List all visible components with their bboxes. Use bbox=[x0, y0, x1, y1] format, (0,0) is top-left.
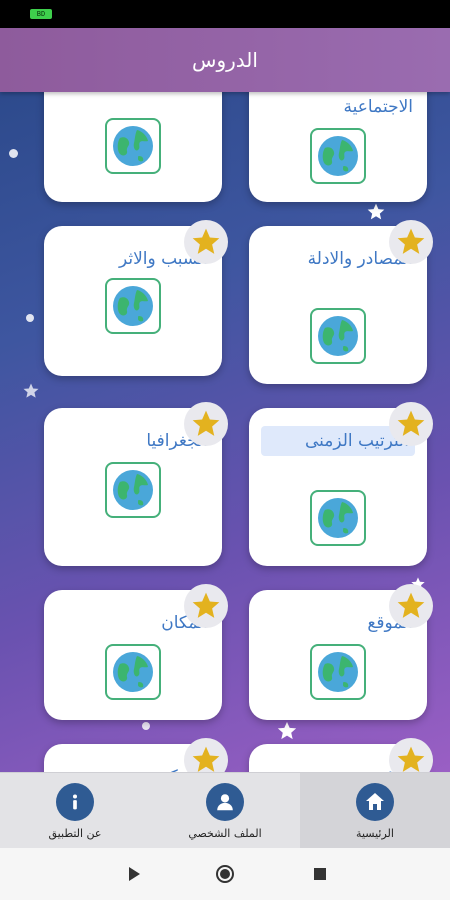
lesson-card[interactable]: البيئة bbox=[249, 738, 433, 772]
star-icon[interactable] bbox=[389, 584, 433, 628]
lesson-card[interactable]: الموقع bbox=[249, 584, 433, 720]
page-title: الدروس bbox=[192, 48, 258, 72]
globe-icon bbox=[310, 644, 366, 700]
lessons-grid[interactable]: الاجتماعية السبب والاثر المصادر والادلة … bbox=[0, 92, 450, 772]
globe-icon bbox=[310, 490, 366, 546]
lesson-card[interactable]: المكان bbox=[44, 584, 228, 720]
decor-dot bbox=[9, 149, 18, 158]
lesson-card[interactable]: السبب والاثر bbox=[44, 220, 228, 376]
home-circle-icon[interactable] bbox=[215, 864, 235, 884]
lesson-title: الاجتماعية bbox=[343, 97, 413, 117]
decor-star-icon bbox=[23, 383, 39, 398]
lesson-card[interactable]: الحركة bbox=[44, 738, 228, 772]
star-icon[interactable] bbox=[389, 402, 433, 446]
nav-home-label: الرئيسية bbox=[356, 826, 394, 840]
system-navigation-bar bbox=[0, 848, 450, 900]
nav-about-label: عن التطبيق bbox=[48, 826, 102, 840]
globe-icon bbox=[105, 644, 161, 700]
nav-about[interactable]: عن التطبيق bbox=[0, 773, 150, 849]
battery-icon: BD bbox=[30, 9, 52, 19]
decor-star-icon bbox=[367, 203, 385, 220]
lesson-card[interactable]: الجغرافيا bbox=[44, 402, 228, 566]
decor-dot bbox=[142, 722, 150, 730]
star-icon[interactable] bbox=[389, 738, 433, 772]
star-icon[interactable] bbox=[184, 220, 228, 264]
decor-star-icon bbox=[277, 721, 297, 740]
lesson-card[interactable]: المصادر والادلة bbox=[249, 220, 433, 384]
star-icon[interactable] bbox=[184, 584, 228, 628]
info-icon bbox=[56, 782, 94, 821]
globe-icon bbox=[310, 308, 366, 364]
lesson-card[interactable] bbox=[44, 92, 222, 202]
app-bar: الدروس bbox=[0, 28, 450, 92]
back-triangle-icon[interactable] bbox=[124, 864, 144, 884]
globe-icon bbox=[105, 118, 161, 174]
lesson-card[interactable]: الاجتماعية bbox=[249, 92, 427, 202]
nav-profile-label: الملف الشخصي bbox=[188, 826, 262, 840]
recents-square-icon[interactable] bbox=[310, 864, 330, 884]
globe-icon bbox=[105, 462, 161, 518]
home-icon bbox=[356, 782, 394, 821]
decor-dot bbox=[26, 314, 34, 322]
star-icon[interactable] bbox=[184, 402, 228, 446]
star-icon[interactable] bbox=[184, 738, 228, 772]
user-icon bbox=[206, 782, 244, 821]
lesson-card[interactable]: الترتيب الزمنى bbox=[249, 402, 433, 566]
globe-icon bbox=[105, 278, 161, 334]
status-bar: BD bbox=[0, 0, 450, 28]
nav-home[interactable]: الرئيسية bbox=[300, 773, 450, 849]
bottom-navigation: عن التطبيق الملف الشخصي الرئيسية bbox=[0, 772, 450, 849]
globe-icon bbox=[310, 128, 366, 184]
star-icon[interactable] bbox=[389, 220, 433, 264]
nav-profile[interactable]: الملف الشخصي bbox=[150, 773, 300, 849]
